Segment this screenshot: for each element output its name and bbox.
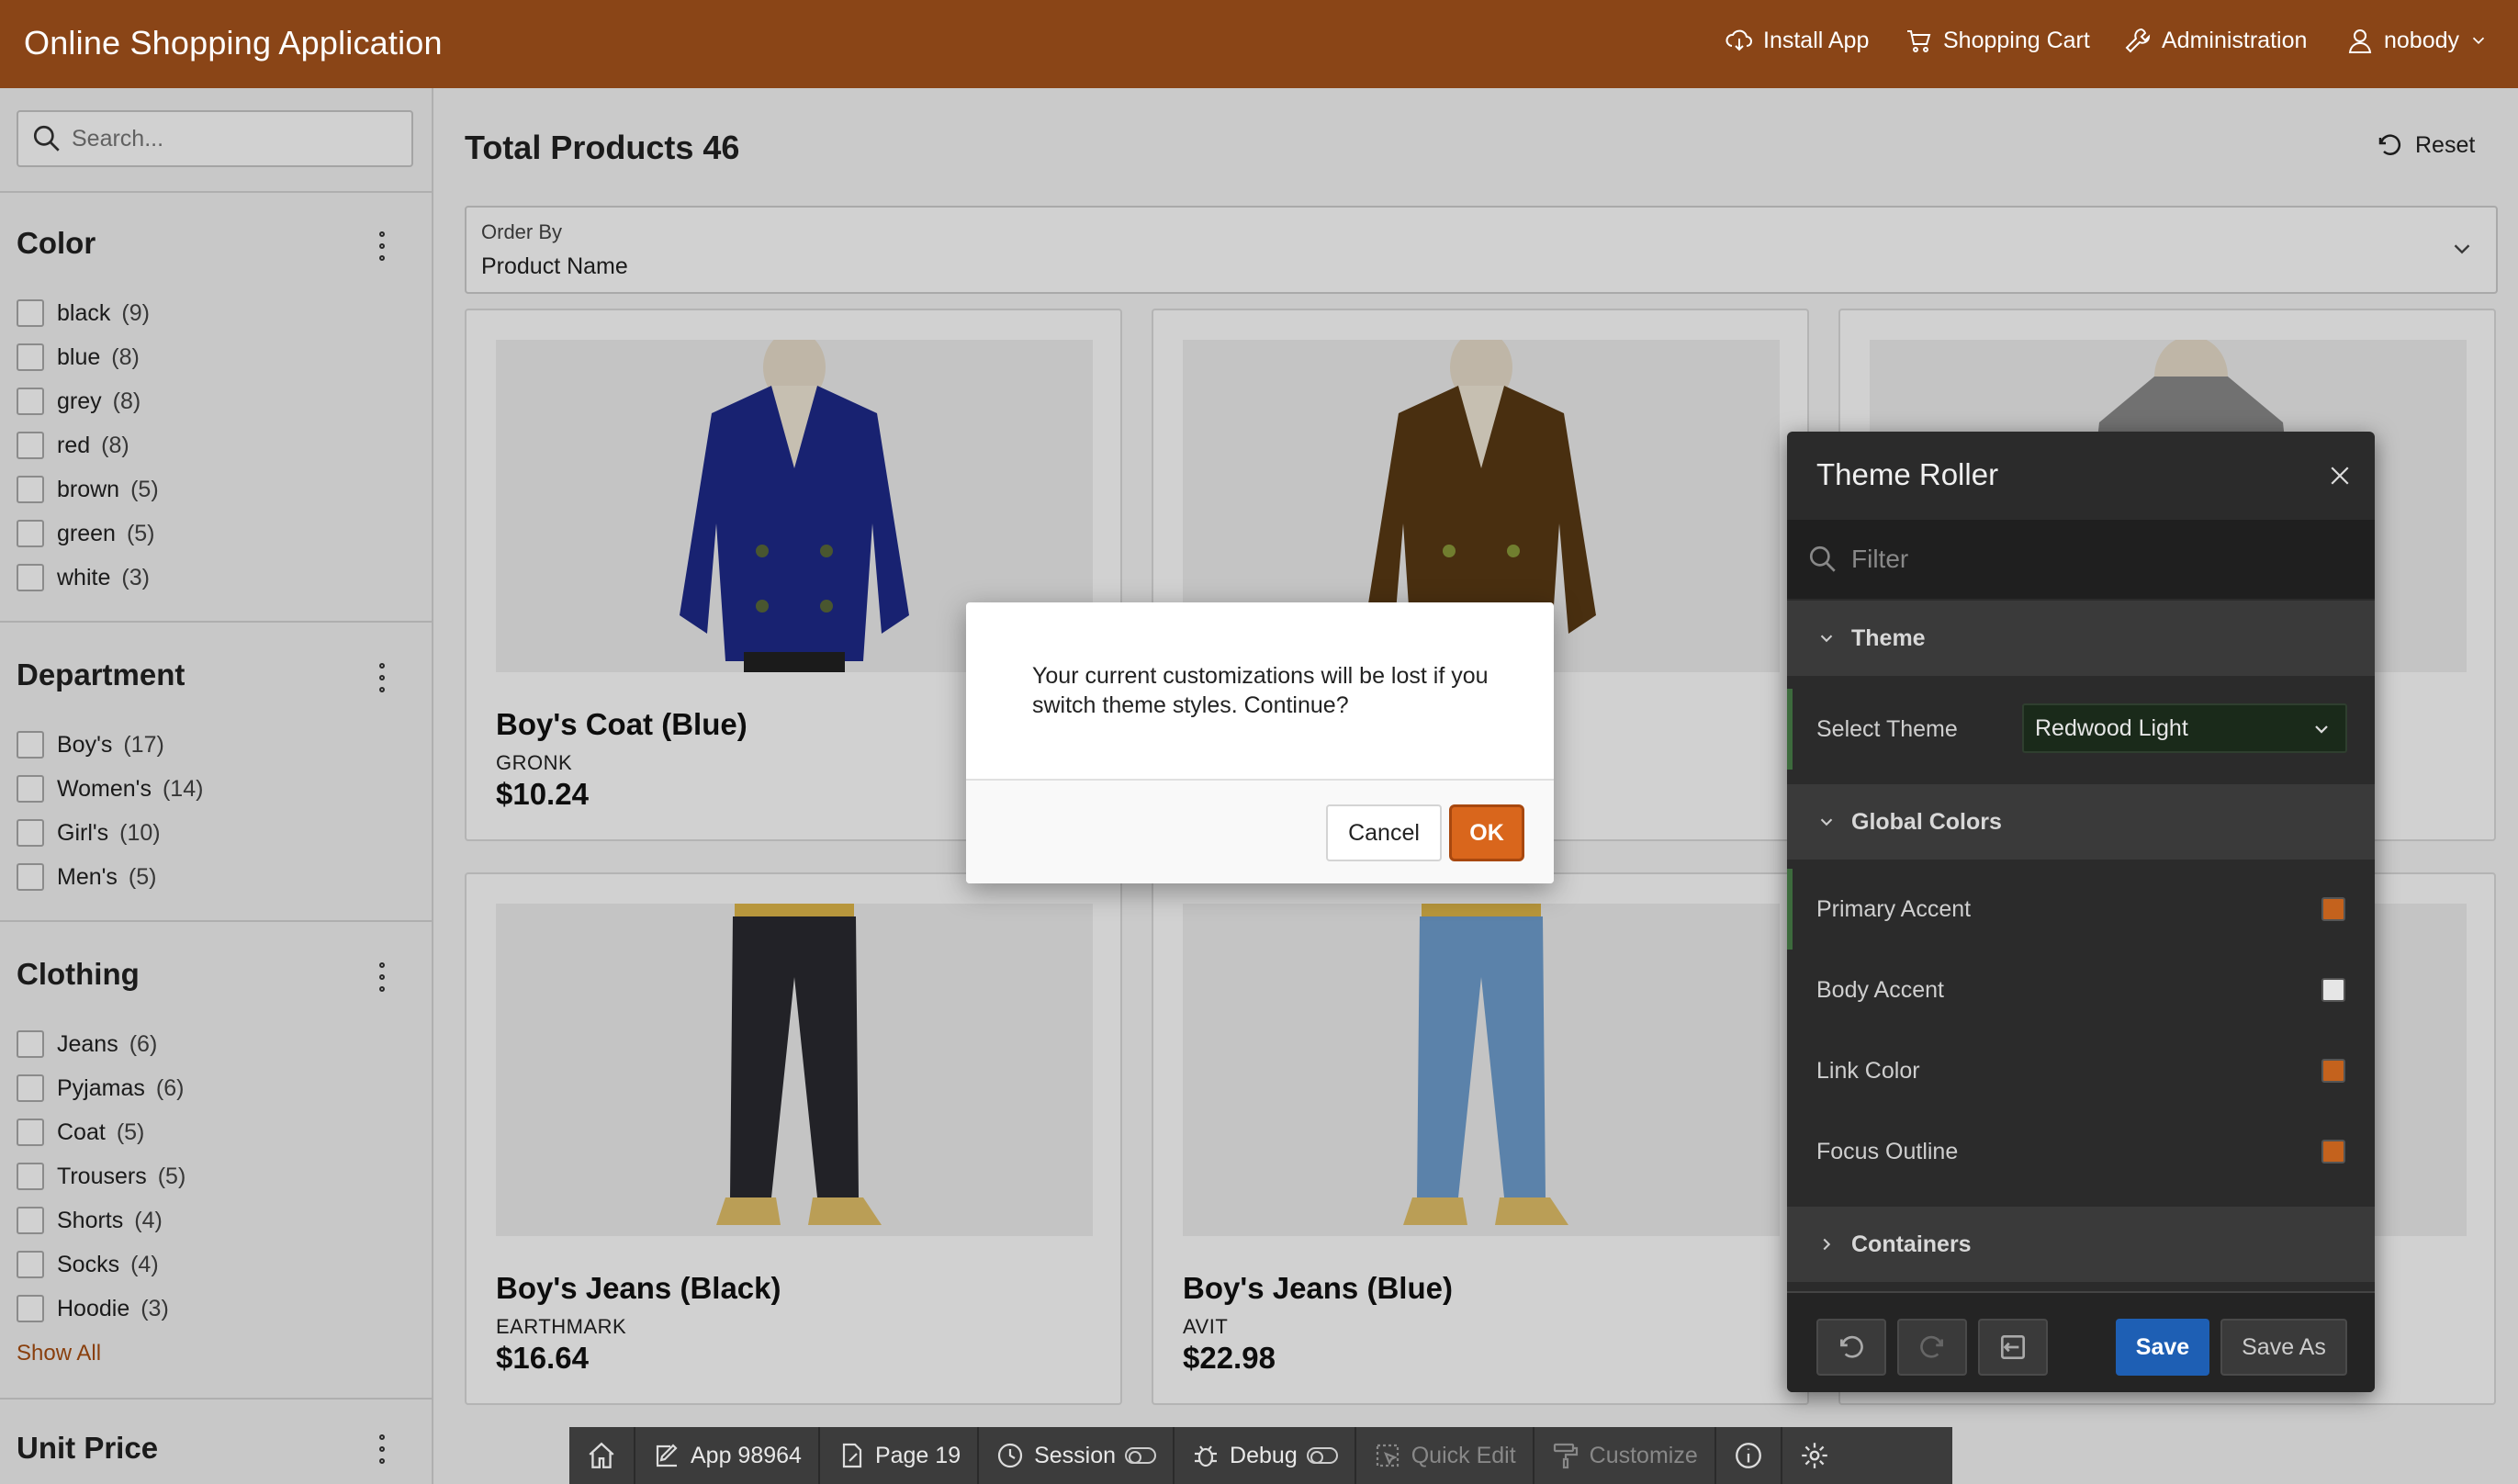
redo-button[interactable] <box>1897 1319 1967 1376</box>
theme-roller-title: Theme Roller <box>1816 457 1999 491</box>
reset-style-icon <box>2000 1334 2026 1360</box>
dialog-footer: Cancel OK <box>966 779 1554 883</box>
section-theme[interactable]: Theme <box>1787 601 2375 676</box>
ok-button[interactable]: OK <box>1449 804 1524 861</box>
gear-icon <box>1801 1443 1827 1468</box>
install-app-label: Install App <box>1763 27 1870 53</box>
theme-roller-panel: Theme Roller Filter Theme Select Theme R… <box>1787 432 2375 1392</box>
search-icon <box>1809 545 1836 572</box>
filter-placeholder: Filter <box>1851 545 1909 573</box>
app-header: Online Shopping Application Install App … <box>0 0 2518 88</box>
section-global-colors[interactable]: Global Colors <box>1787 784 2375 860</box>
app-title[interactable]: Online Shopping Application <box>24 24 443 62</box>
dialog-message: Your current customizations will be lost… <box>1032 663 1489 718</box>
paint-roller-icon <box>1553 1443 1578 1469</box>
undo-icon <box>1840 1335 1863 1358</box>
section-theme-label: Theme <box>1851 624 1926 651</box>
color-row: Link Color <box>1787 1030 2375 1111</box>
color-row: Body Accent <box>1787 950 2375 1030</box>
theme-roller-footer: Save Save As <box>1787 1291 2375 1392</box>
select-theme-label: Select Theme <box>1816 715 1958 742</box>
chevron-down-icon <box>2315 725 2328 734</box>
color-label: Primary Accent <box>1816 895 1972 922</box>
color-swatch[interactable] <box>2321 978 2345 1002</box>
cloud-download-icon <box>1726 29 1752 51</box>
shopping-cart-link[interactable]: Shopping Cart <box>1905 26 2090 55</box>
color-row: Primary Accent <box>1787 869 2375 950</box>
edit-icon <box>656 1444 678 1467</box>
shopping-cart-label: Shopping Cart <box>1943 27 2090 53</box>
save-as-button[interactable]: Save As <box>2220 1319 2347 1376</box>
color-label: Focus Outline <box>1816 1138 1959 1164</box>
color-swatch[interactable] <box>2321 1140 2345 1164</box>
debug-button[interactable]: Debug <box>1175 1427 1356 1484</box>
chevron-down-icon <box>2472 37 2485 44</box>
developer-toolbar: App 98964 Page 19 Session Debug Quick Ed… <box>569 1427 1952 1484</box>
save-button[interactable]: Save <box>2116 1319 2209 1376</box>
settings-button[interactable] <box>1782 1427 1847 1484</box>
install-app-link[interactable]: Install App <box>1725 26 1869 55</box>
chevron-right-icon <box>1823 1238 1831 1251</box>
color-swatch[interactable] <box>2321 897 2345 921</box>
home-icon <box>589 1442 614 1468</box>
info-icon <box>1735 1443 1761 1468</box>
quick-edit-icon <box>1376 1444 1399 1467</box>
customize-label: Customize <box>1589 1442 1698 1468</box>
session-toggle[interactable] <box>1125 1447 1157 1464</box>
page-label: Page 19 <box>874 1442 961 1468</box>
chevron-down-icon <box>1820 818 1833 826</box>
user-name: nobody <box>2384 27 2460 53</box>
section-containers[interactable]: Containers <box>1787 1207 2375 1282</box>
cart-icon <box>1907 30 1931 52</box>
info-button[interactable] <box>1716 1427 1782 1484</box>
wrench-icon <box>2125 28 2151 53</box>
administration-link[interactable]: Administration <box>2123 26 2307 55</box>
color-label: Body Accent <box>1816 976 1944 1003</box>
app-button[interactable]: App 98964 <box>635 1427 820 1484</box>
redo-icon <box>1920 1335 1943 1358</box>
section-global-colors-label: Global Colors <box>1851 808 2002 835</box>
select-theme-dropdown[interactable]: Redwood Light <box>2022 703 2347 753</box>
select-theme-value: Redwood Light <box>2035 714 2188 741</box>
reset-style-button[interactable] <box>1978 1319 2048 1376</box>
customize-button[interactable]: Customize <box>1534 1427 1716 1484</box>
color-swatch[interactable] <box>2321 1059 2345 1083</box>
chevron-down-icon <box>1820 635 1833 643</box>
page-edit-icon <box>842 1443 862 1468</box>
app-label: App 98964 <box>691 1442 802 1468</box>
home-button[interactable] <box>569 1427 635 1484</box>
debug-label: Debug <box>1230 1442 1298 1468</box>
quick-edit-label: Quick Edit <box>1411 1442 1516 1468</box>
bug-icon <box>1195 1445 1218 1467</box>
clock-icon <box>997 1443 1023 1468</box>
session-button[interactable]: Session <box>979 1427 1175 1484</box>
quick-edit-button[interactable]: Quick Edit <box>1356 1427 1534 1484</box>
user-icon <box>2348 29 2372 53</box>
session-label: Session <box>1034 1442 1117 1468</box>
undo-button[interactable] <box>1816 1319 1886 1376</box>
debug-toggle[interactable] <box>1306 1447 1338 1464</box>
cancel-button[interactable]: Cancel <box>1326 804 1442 861</box>
color-row: Focus Outline <box>1787 1111 2375 1192</box>
user-menu[interactable]: nobody <box>2345 26 2489 55</box>
close-icon[interactable] <box>2327 463 2353 489</box>
page-button[interactable]: Page 19 <box>820 1427 980 1484</box>
section-containers-label: Containers <box>1851 1231 1972 1257</box>
color-label: Link Color <box>1816 1057 1920 1084</box>
confirm-dialog: Your current customizations will be lost… <box>966 602 1554 883</box>
filter-input[interactable]: Filter <box>1787 520 2375 599</box>
administration-label: Administration <box>2162 27 2308 53</box>
